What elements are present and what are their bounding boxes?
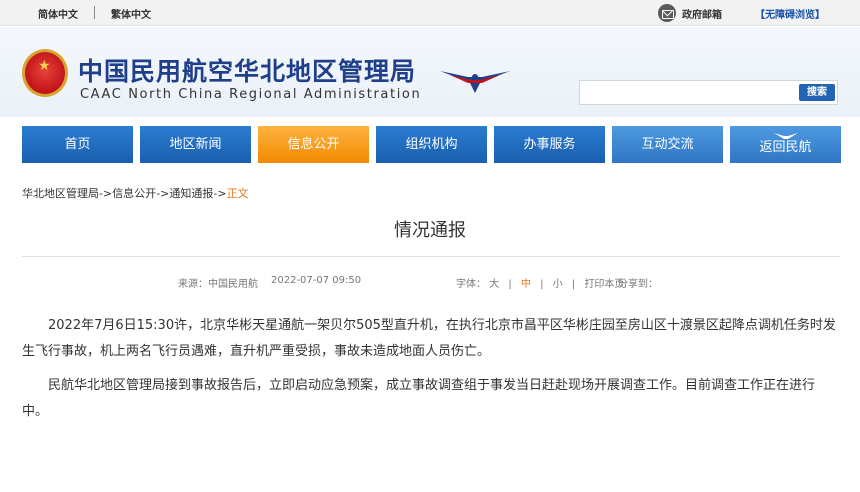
- nav-organization[interactable]: 组织机构: [376, 126, 487, 163]
- article-title: 情况通报: [394, 220, 466, 241]
- site-title-cn: 中国民用航空华北地区管理局: [78, 57, 417, 86]
- title-divider: [22, 256, 840, 257]
- breadcrumb-notices[interactable]: 通知通报: [169, 187, 213, 200]
- plane-wing-icon: [774, 133, 798, 139]
- breadcrumb-separator: ->: [213, 187, 227, 200]
- nav-regional-news[interactable]: 地区新闻: [140, 126, 251, 163]
- top-utility-bar: 简体中文 繁体中文 政府邮箱 【无障碍浏览】: [0, 0, 860, 26]
- font-size-small[interactable]: 小: [553, 279, 563, 290]
- mail-icon[interactable]: [658, 4, 676, 22]
- share-to-label: 分享到：: [618, 279, 658, 290]
- main-nav: 首页 地区新闻 信息公开 组织机构 办事服务 互动交流 返回民航: [22, 126, 841, 163]
- font-size-separator: |: [508, 279, 512, 290]
- national-emblem-icon: [22, 49, 68, 97]
- traditional-chinese-link[interactable]: 繁体中文: [111, 6, 151, 21]
- nav-back-to-caac-label: 返回民航: [759, 140, 812, 155]
- breadcrumb-current: 正文: [226, 187, 249, 200]
- font-size-large[interactable]: 大: [489, 279, 499, 290]
- site-title-en: CAAC North China Regional Administration: [80, 87, 422, 102]
- font-size-separator: |: [540, 279, 544, 290]
- article-date: 2022-07-07 09:50: [271, 275, 362, 286]
- search-input[interactable]: [580, 81, 796, 104]
- breadcrumb-info-disclosure[interactable]: 信息公开: [112, 187, 156, 200]
- nav-interaction[interactable]: 互动交流: [612, 126, 723, 163]
- nav-back-to-caac[interactable]: 返回民航: [730, 126, 841, 163]
- government-mail-link[interactable]: 政府邮箱: [682, 6, 722, 21]
- breadcrumb: 华北地区管理局->信息公开->通知通报->正文: [22, 185, 249, 201]
- breadcrumb-separator: ->: [156, 187, 170, 200]
- search-button[interactable]: 搜索: [799, 84, 835, 101]
- font-size-separator: |: [571, 279, 576, 290]
- article-source: 来源：中国民用航: [178, 279, 258, 290]
- font-size-controls: 字体： 大 | 中 | 小 | 打印本页: [456, 275, 624, 290]
- caac-wing-logo-icon: [440, 71, 510, 93]
- nav-home[interactable]: 首页: [22, 126, 133, 163]
- site-header: 中国民用航空华北地区管理局 CAAC North China Regional …: [0, 27, 860, 117]
- accessible-browsing-link[interactable]: 【无障碍浏览】: [755, 6, 825, 21]
- lang-divider: [94, 6, 95, 19]
- breadcrumb-region[interactable]: 华北地区管理局: [22, 187, 99, 200]
- simplified-chinese-link[interactable]: 简体中文: [38, 6, 78, 21]
- article-paragraph: 2022年7月6日15:30许，北京华彬天星通航一架贝尔505型直升机，在执行北…: [22, 318, 836, 359]
- nav-services[interactable]: 办事服务: [494, 126, 605, 163]
- search-box: 搜索: [579, 80, 838, 105]
- nav-info-disclosure[interactable]: 信息公开: [258, 126, 369, 163]
- breadcrumb-separator: ->: [99, 187, 113, 200]
- article-paragraph: 民航华北地区管理局接到事故报告后，立即启动应急预案，成立事故调查组于事发当日赶赴…: [22, 378, 816, 419]
- font-size-medium[interactable]: 中: [521, 279, 531, 290]
- font-size-label: 字体：: [456, 279, 486, 290]
